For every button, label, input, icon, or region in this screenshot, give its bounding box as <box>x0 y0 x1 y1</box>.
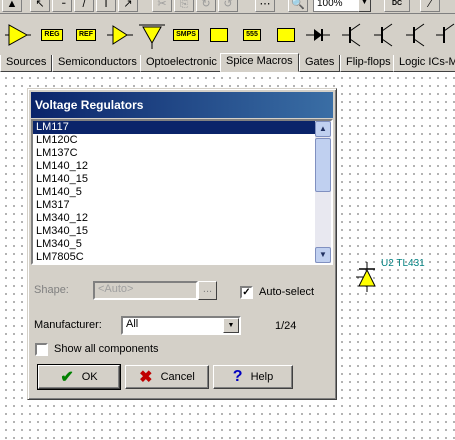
category-tabs: Sources Semiconductors Optoelectronic Sp… <box>0 53 455 72</box>
diode-icon[interactable] <box>304 20 332 50</box>
smps-chip-icon[interactable]: SMPS <box>172 20 200 50</box>
voltage-regulators-dialog: Voltage Regulators LM117 LM120C LM137C LM14… <box>27 88 337 400</box>
shape-browse-button[interactable]: ... <box>198 281 217 300</box>
ic-chip-small-icon[interactable] <box>272 20 300 50</box>
dialog-title: Voltage Regulators <box>31 92 333 118</box>
manufacturer-label: Manufacturer: <box>34 319 102 331</box>
list-item[interactable]: LM340_5 <box>33 238 317 251</box>
component-palette: REG REF SMPS 555 <box>0 14 455 54</box>
chevron-down-icon[interactable]: ▼ <box>358 0 371 12</box>
ok-button[interactable]: ✔ OK <box>37 364 121 390</box>
transistor-extra-icon[interactable] <box>432 20 455 50</box>
zoom-icon[interactable]: 🔍 <box>288 0 308 12</box>
help-question-icon: ? <box>232 368 243 385</box>
list-item[interactable]: LM140_5 <box>33 186 317 199</box>
regulator-listbox[interactable]: LM117 LM120C LM137C LM140_12 LM140_15 LM140_5… <box>31 119 333 265</box>
checkmark-icon: ✔ <box>60 369 74 386</box>
cancel-label: Cancel <box>160 371 195 383</box>
wire-icon[interactable]: ↗ <box>118 0 138 12</box>
cancel-button[interactable]: ✖ Cancel <box>125 365 209 389</box>
list-item[interactable]: LM140_12 <box>33 160 317 173</box>
transistor-pnp-icon[interactable] <box>370 20 398 50</box>
pen-icon[interactable]: / <box>74 0 94 12</box>
redo-icon[interactable]: ↺ <box>218 0 238 12</box>
tab-sources[interactable]: Sources <box>0 55 53 72</box>
tl431-symbol-icon[interactable] <box>356 262 378 292</box>
help-label: Help <box>250 371 274 383</box>
list-item[interactable]: LM140_15 <box>33 173 317 186</box>
main-toolbar: ▲ ↖ ╶ / I ↗ ✂ ⎘ ↻ ↺ ⋯ 🔍 100% ▼ DC ⁄ <box>0 0 455 14</box>
cancel-x-icon: ✖ <box>139 369 153 386</box>
tab-spice-macros[interactable]: Spice Macros <box>220 53 299 72</box>
scroll-thumb[interactable] <box>315 138 331 192</box>
manufacturer-value: All <box>126 318 139 330</box>
regulator-list: LM117 LM120C LM137C LM140_12 LM140_15 LM140_5… <box>33 121 317 265</box>
tab-optoelectronic[interactable]: Optoelectronic <box>140 55 223 72</box>
transistor-npn-icon[interactable] <box>338 20 366 50</box>
ok-label: OK <box>81 371 98 383</box>
help-button[interactable]: ? Help <box>213 365 293 389</box>
list-item[interactable]: LM120C <box>33 134 317 147</box>
list-item[interactable]: LM137C <box>33 147 317 160</box>
probe-icon[interactable]: ⁄ <box>420 0 440 12</box>
shunt-reg-icon[interactable] <box>138 20 166 50</box>
result-count: 1/24 <box>275 320 297 332</box>
tab-flip-flops[interactable]: Flip-flops <box>340 55 397 72</box>
ic-chip-icon[interactable] <box>205 20 233 50</box>
show-all-checkbox[interactable] <box>35 343 48 356</box>
component-label: U2 TL431 <box>381 258 425 269</box>
shape-label: Shape: <box>34 284 69 296</box>
chevron-down-icon[interactable]: ▼ <box>223 318 239 333</box>
cut-icon[interactable]: ✂ <box>152 0 172 12</box>
opamp-icon[interactable] <box>4 20 32 50</box>
auto-select-label: Auto-select <box>259 286 315 298</box>
paste-icon[interactable]: ↻ <box>196 0 216 12</box>
list-item[interactable]: LM7805C <box>33 251 317 263</box>
manufacturer-select[interactable]: All ▼ <box>121 316 241 335</box>
reg-chip-icon[interactable]: REG <box>38 20 66 50</box>
timer-555-icon[interactable]: 555 <box>238 20 266 50</box>
arrow-icon[interactable]: ▲ <box>2 0 22 12</box>
select-icon[interactable]: ↖ <box>30 0 50 12</box>
list-item[interactable]: LM117 <box>33 121 317 134</box>
buffer-icon[interactable] <box>106 20 134 50</box>
transistor-darlington-icon[interactable] <box>402 20 430 50</box>
show-all-label: Show all components <box>54 343 159 355</box>
ref-chip-icon[interactable]: REF <box>72 20 100 50</box>
grid-icon[interactable]: ⋯ <box>255 0 275 12</box>
copy-icon[interactable]: ⎘ <box>174 0 194 12</box>
dc-icon[interactable]: DC <box>384 0 410 12</box>
tab-semiconductors[interactable]: Semiconductors <box>52 55 143 72</box>
scroll-up-icon[interactable]: ▲ <box>315 121 331 137</box>
cursor-icon[interactable]: ╶ <box>52 0 72 12</box>
list-scrollbar[interactable]: ▲ ▼ <box>315 121 331 263</box>
auto-select-checkbox[interactable]: ✓ <box>240 286 253 299</box>
list-item[interactable]: LM7808C <box>33 264 317 265</box>
list-item[interactable]: LM317 <box>33 199 317 212</box>
tab-logic-ics[interactable]: Logic ICs-M <box>393 55 455 72</box>
shape-field: <Auto> <box>93 281 198 300</box>
list-item[interactable]: LM340_15 <box>33 225 317 238</box>
tab-gates[interactable]: Gates <box>299 55 341 72</box>
list-item[interactable]: LM340_12 <box>33 212 317 225</box>
text-icon[interactable]: I <box>96 0 116 12</box>
scroll-down-icon[interactable]: ▼ <box>315 247 331 263</box>
